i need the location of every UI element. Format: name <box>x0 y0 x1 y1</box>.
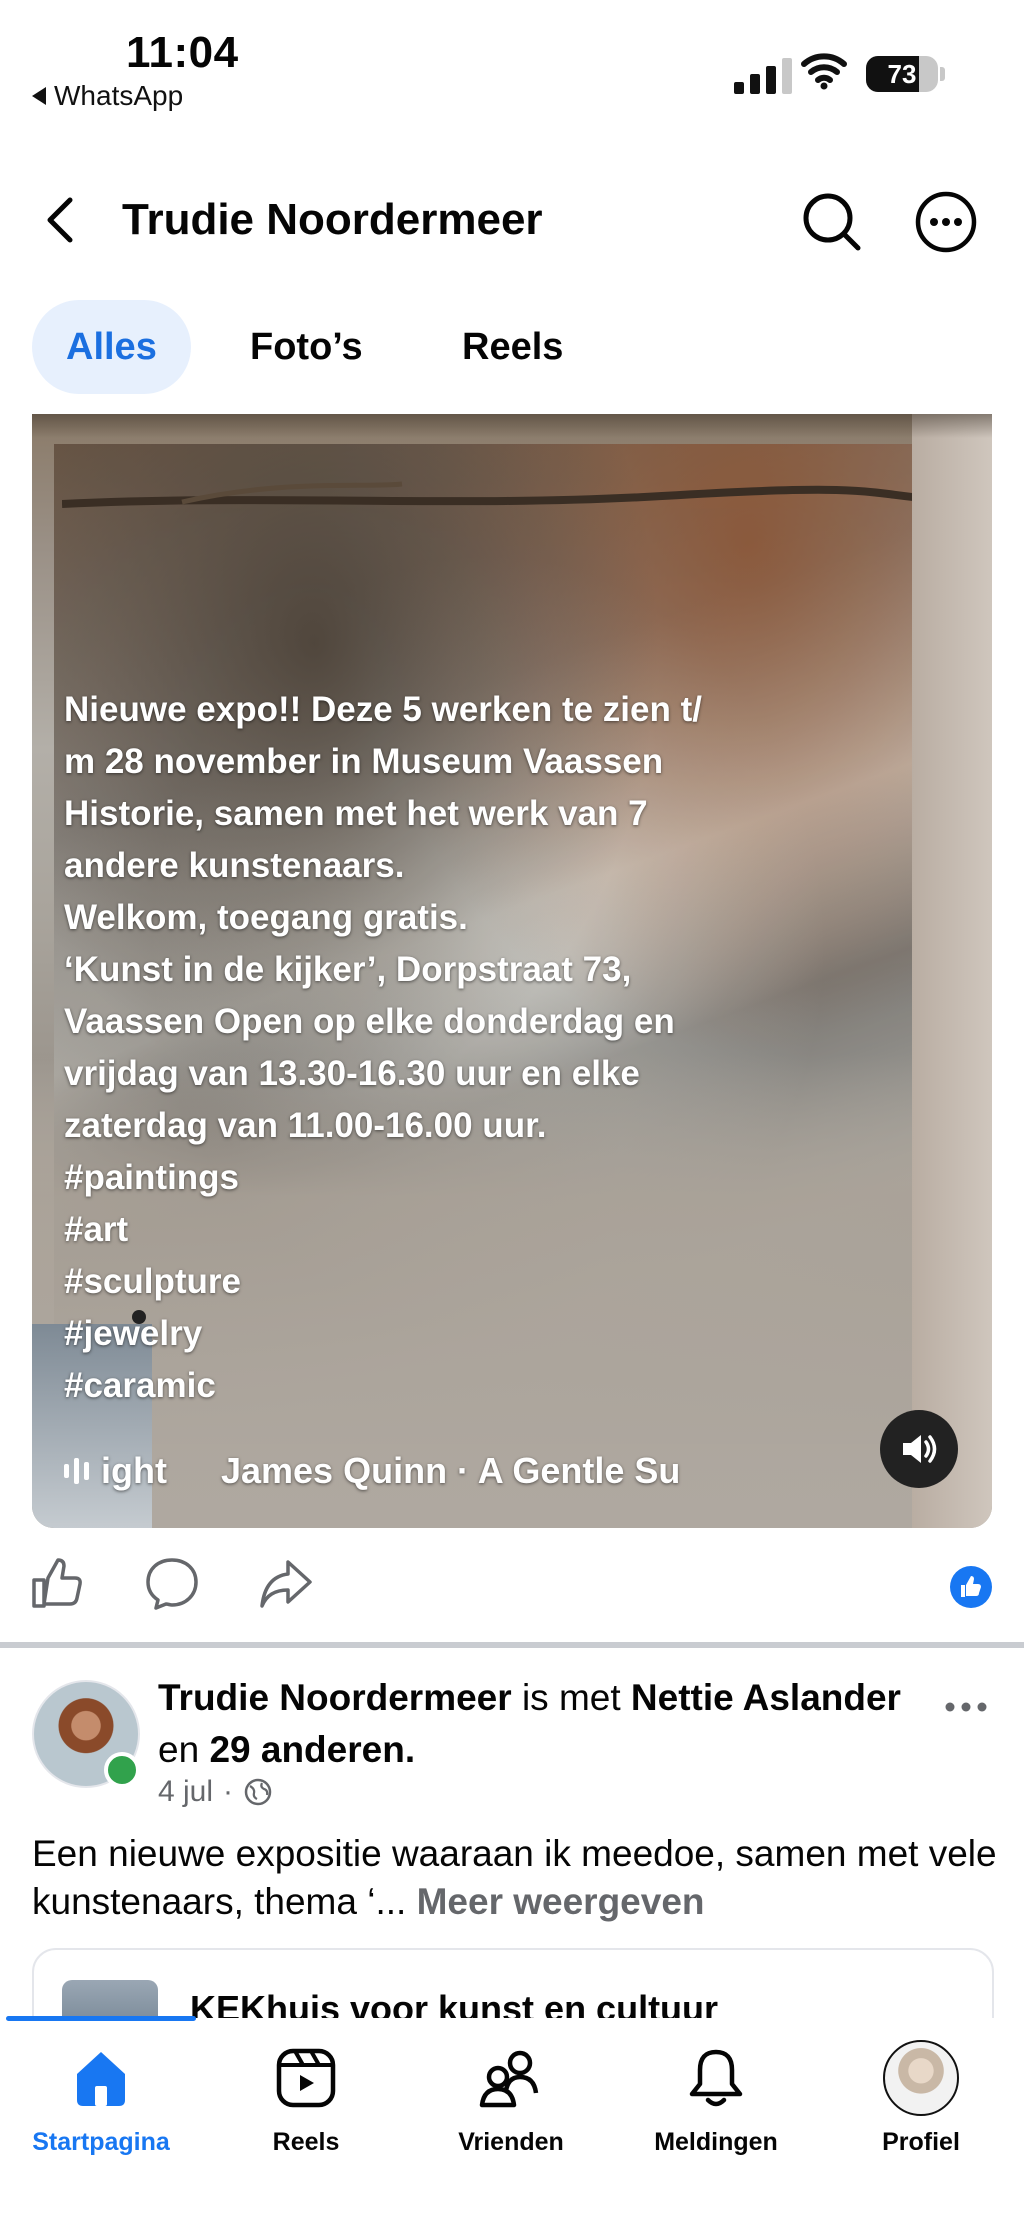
nav-friends[interactable]: Vrienden <box>426 2040 596 2157</box>
nav-home[interactable]: Startpagina <box>16 2040 186 2157</box>
nav-reels[interactable]: Reels <box>221 2040 391 2157</box>
more-options-icon[interactable] <box>914 190 978 254</box>
back-to-app-link[interactable]: WhatsApp <box>32 80 183 112</box>
post-meta: 4 jul · <box>158 1775 273 1809</box>
back-app-label: WhatsApp <box>54 80 184 111</box>
battery-percent: 73 <box>887 59 917 89</box>
cellular-signal-icon <box>734 54 792 94</box>
thumbs-up-icon <box>961 1576 981 1597</box>
post-author[interactable]: Trudie Noordermeer <box>158 1677 512 1718</box>
nav-notifications[interactable]: Meldingen <box>631 2040 801 2157</box>
tab-fotos[interactable]: Foto’s <box>216 300 397 394</box>
volume-button[interactable] <box>880 1410 958 1488</box>
wifi-icon <box>801 53 847 90</box>
home-icon <box>77 2052 125 2106</box>
nav-profile[interactable]: Profiel <box>836 2040 1006 2157</box>
section-divider <box>0 1642 1024 1648</box>
tab-reels[interactable]: Reels <box>428 300 597 394</box>
post-text: Een nieuwe expositie waaraan ik meedoe, … <box>32 1830 1002 1926</box>
battery-cap <box>940 67 945 81</box>
music-attribution[interactable]: ight James Quinn · A Gentle Su <box>64 1450 680 1492</box>
bell-icon <box>689 2049 743 2107</box>
status-time: 11:04 <box>126 28 239 77</box>
back-arrow-icon[interactable] <box>40 192 80 248</box>
profile-avatar <box>883 2040 959 2116</box>
nav-reels-label: Reels <box>272 2128 340 2156</box>
top-fade <box>32 414 992 438</box>
nav-home-label: Startpagina <box>32 2128 170 2156</box>
post-others[interactable]: 29 anderen <box>209 1729 404 1770</box>
friends-icon <box>479 2050 539 2108</box>
see-more-link[interactable]: Meer weergeven <box>417 1881 705 1922</box>
wall-edge <box>912 414 992 1528</box>
post-and-text: en <box>158 1729 200 1770</box>
reel-caption: Nieuwe expo!! Deze 5 werken te zien t/ m… <box>64 690 702 1405</box>
search-icon[interactable] <box>800 190 864 254</box>
back-triangle-icon <box>32 87 46 105</box>
reaction-like-badge[interactable] <box>950 1566 992 1608</box>
nav-active-indicator <box>6 2016 196 2021</box>
nav-profile-label: Profiel <box>882 2128 960 2156</box>
battery-indicator: 73 <box>866 56 938 92</box>
reels-icon <box>276 2048 336 2108</box>
music-track: James Quinn · A Gentle Su <box>220 1450 681 1491</box>
reel-video[interactable]: Nieuwe expo!! Deze 5 werken te zien t/ m… <box>32 414 992 1528</box>
page-title: Trudie Noordermeer <box>122 195 543 244</box>
nav-notifications-label: Meldingen <box>654 2128 778 2156</box>
branch-decoration <box>62 481 922 508</box>
post-tagged-person[interactable]: Nettie Aslander <box>631 1677 901 1718</box>
like-icon[interactable] <box>30 1556 84 1610</box>
post-with-text: is met <box>521 1677 621 1718</box>
online-status-dot <box>104 1752 140 1788</box>
speaker-icon <box>903 1435 937 1463</box>
music-left-text: ight <box>101 1450 167 1491</box>
post-more-icon[interactable] <box>944 1700 988 1714</box>
globe-icon <box>244 1778 272 1806</box>
post-date[interactable]: 4 jul <box>158 1775 213 1809</box>
share-icon[interactable] <box>258 1556 314 1612</box>
comment-icon[interactable] <box>144 1556 200 1612</box>
music-bars-icon <box>64 1458 89 1484</box>
post-header: Trudie Noordermeer is met Nettie Aslande… <box>158 1677 901 1770</box>
nav-friends-label: Vrienden <box>458 2128 564 2156</box>
tab-alles[interactable]: Alles <box>32 300 191 394</box>
